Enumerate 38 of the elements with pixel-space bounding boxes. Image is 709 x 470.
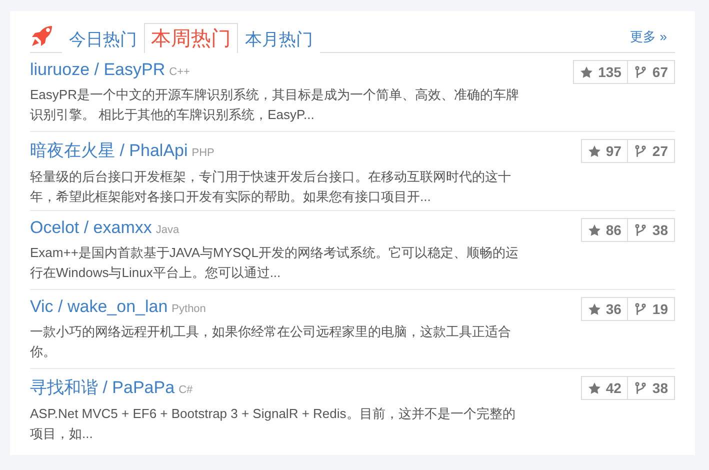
language-label: C++ — [169, 66, 190, 78]
project-title[interactable]: Vic / wake_on_lan — [30, 297, 168, 317]
project-description: ASP.Net MVC5 + EF6 + Bootstrap 3 + SignalR + Redis。目前，这并不是一个完整的项目，如... — [30, 405, 516, 443]
star-count: 36 — [582, 298, 628, 320]
project-description: EasyPR是一个中文的开源车牌识别系统，其目标是成为一个简单、高效、准确的车牌识别引擎。 相比于其他的车牌识别系统，EasyP... — [30, 86, 520, 124]
fork-count: 38 — [627, 219, 674, 241]
language-label: C# — [178, 384, 193, 396]
star-icon — [588, 144, 601, 158]
project-description: Exam++是国内首款基于JAVA与MYSQL开发的网络考试系统。它可以稳定、顺畅的运行在Windows与Linux平台上。您可以通过... — [30, 244, 520, 282]
fork-icon — [634, 66, 648, 78]
project-description: 轻量级的后台接口开发框架，专门用于快速开发后台接口。在移动互联网时代的这十年，希望此框架能对各接口开发有实际的帮助。如果您有接口项目开... — [30, 168, 512, 206]
tab[interactable]: 本周热门 — [144, 23, 238, 53]
project-title[interactable]: liuruoze / EasyPR — [30, 60, 166, 80]
fork-icon — [634, 144, 648, 158]
language-label: Java — [156, 224, 180, 236]
project-title[interactable]: 寻找和谐 / PaPaPa — [30, 376, 175, 399]
star-count: 42 — [582, 377, 628, 399]
fork-count: 67 — [627, 61, 674, 83]
star-icon — [580, 66, 594, 78]
fork-icon — [634, 224, 648, 236]
star-icon — [588, 224, 601, 236]
fork-count: 27 — [627, 140, 674, 162]
star-icon — [588, 382, 601, 394]
star-count: 97 — [582, 140, 628, 162]
project-description: 一款小巧的网络远程开机工具，如果你经常在公司远程家里的电脑，这款工具正适合你。 — [30, 323, 512, 361]
project-title[interactable]: Ocelot / examxx — [30, 218, 152, 238]
rocket-icon — [30, 24, 54, 48]
project-title[interactable]: 暗夜在火星 / PhalApi — [30, 139, 188, 162]
fork-count: 19 — [627, 298, 674, 320]
star-count: 135 — [574, 61, 628, 83]
star-count: 86 — [582, 219, 628, 241]
fork-icon — [634, 302, 648, 316]
fork-count: 38 — [627, 377, 674, 399]
fork-icon — [634, 382, 648, 394]
star-icon — [588, 302, 601, 316]
more-link[interactable]: 更多 » — [630, 28, 667, 46]
language-label: PHP — [192, 147, 214, 159]
language-label: Python — [172, 303, 206, 315]
